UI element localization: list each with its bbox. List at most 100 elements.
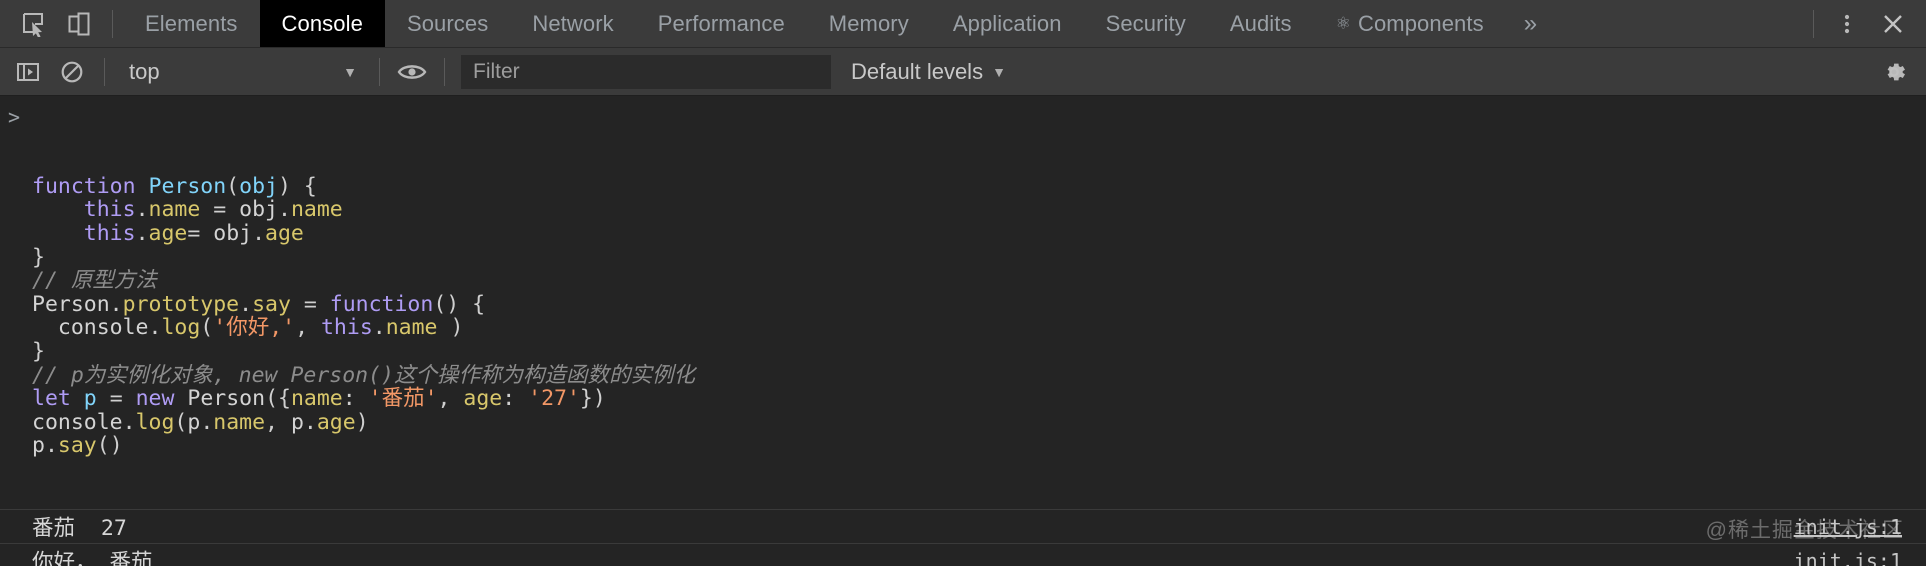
settings-gear-icon[interactable] — [1872, 50, 1916, 94]
tab-application-label: Application — [952, 10, 1062, 36]
code-token: console — [32, 409, 123, 435]
code-token: this — [320, 315, 373, 341]
more-options-icon[interactable] — [1824, 1, 1870, 47]
code-token: = — [187, 220, 214, 246]
live-expression-icon[interactable] — [390, 50, 434, 94]
source-location-link[interactable]: init.js:1 — [1794, 515, 1902, 539]
code-token: this — [83, 197, 136, 223]
tab-audits[interactable]: Audits — [1208, 0, 1314, 47]
code-token: : — [502, 386, 529, 412]
devtools-tabbar: Elements Console Sources Network Perform… — [0, 0, 1926, 48]
code-token: () — [96, 433, 123, 459]
tab-console[interactable]: Console — [259, 0, 385, 47]
toolbar-right — [1872, 50, 1926, 94]
code-token: p — [32, 433, 45, 459]
console-input-entry: > function Person(obj) { this.name = obj… — [0, 96, 1926, 509]
code-token: } — [32, 338, 45, 364]
code-line: Person.prototype.say = function() { — [32, 291, 1926, 317]
code-token: } — [32, 244, 45, 270]
code-token: console — [57, 315, 149, 341]
execution-context-selector[interactable]: top ▼ — [117, 50, 369, 94]
code-token: ( — [174, 409, 188, 435]
tabbar-right-controls — [1803, 0, 1926, 47]
code-token: . — [372, 315, 386, 341]
close-icon[interactable] — [1870, 1, 1916, 47]
code-token: () { — [433, 291, 486, 317]
code-token: : — [342, 386, 369, 412]
console-toolbar: top ▼ Default levels ▼ — [0, 48, 1926, 96]
code-token: }) — [579, 386, 606, 412]
code-token: . — [277, 197, 291, 223]
tabbar-right-divider — [1813, 9, 1814, 38]
code-token: name — [290, 386, 343, 412]
filter-input[interactable] — [461, 54, 831, 89]
code-token: '番茄' — [368, 386, 438, 412]
toolbar-divider-3 — [444, 57, 445, 86]
eye-glyph — [397, 64, 427, 79]
tab-security[interactable]: Security — [1084, 0, 1208, 47]
code-token: obj — [239, 197, 278, 223]
tab-audits-label: Audits — [1229, 10, 1292, 36]
code-line: function Person(obj) { — [32, 173, 1926, 199]
tab-sources[interactable]: Sources — [385, 0, 510, 47]
code-token: ) — [437, 315, 464, 341]
code-line: // p为实例化对象, new Person()这个操作称为构造函数的实例化 — [32, 362, 1926, 388]
devtools-window: Elements Console Sources Network Perform… — [0, 0, 1926, 566]
tab-performance-label: Performance — [657, 10, 785, 36]
tab-elements[interactable]: Elements — [123, 0, 260, 47]
tabbar-divider — [112, 9, 113, 38]
clear-console-glyph — [61, 61, 83, 82]
tab-performance[interactable]: Performance — [636, 0, 807, 47]
code-token: Person — [148, 173, 227, 199]
code-token: // p为实例化对象, new Person()这个操作称为构造函数的实例化 — [32, 362, 695, 388]
code-token: ) { — [277, 173, 317, 199]
code-token: // 原型方法 — [32, 268, 157, 294]
code-token: p — [83, 386, 97, 412]
log-levels-label: Default levels — [851, 58, 984, 84]
device-toolbar-icon[interactable] — [56, 1, 102, 47]
tab-network[interactable]: Network — [510, 0, 635, 47]
console-messages[interactable]: > function Person(obj) { this.name = obj… — [0, 96, 1926, 566]
code-token: new — [135, 386, 175, 412]
code-token: Person — [187, 386, 266, 412]
device-toolbar-glyph — [68, 12, 90, 35]
tab-elements-label: Elements — [145, 10, 238, 36]
code-token: = — [290, 291, 330, 317]
toolbar-divider-2 — [379, 57, 380, 86]
code-token: ( — [200, 315, 214, 341]
tab-components[interactable]: ⚛ Components — [1314, 0, 1506, 47]
inspect-element-icon[interactable] — [10, 1, 56, 47]
tab-memory[interactable]: Memory — [807, 0, 931, 47]
tab-network-label: Network — [532, 10, 614, 36]
code-token: this — [83, 220, 136, 246]
clear-console-icon[interactable] — [50, 50, 94, 94]
console-output-row: 你好， 番茄 init.js:1 — [0, 543, 1926, 566]
code-token: Person — [32, 291, 110, 317]
code-token: obj — [239, 173, 278, 199]
code-token: log — [135, 409, 175, 435]
toolbar-divider-1 — [104, 57, 105, 86]
code-token: name — [290, 197, 343, 223]
code-token: say — [252, 291, 291, 317]
tab-application[interactable]: Application — [931, 0, 1084, 47]
code-token: name — [385, 315, 438, 341]
code-token: say — [57, 433, 97, 459]
code-token: let — [32, 386, 71, 412]
code-token: '你好,' — [213, 315, 296, 341]
code-token: = — [96, 386, 136, 412]
code-token: . — [252, 220, 266, 246]
tab-components-label: Components — [1357, 10, 1484, 36]
source-location-link[interactable]: init.js:1 — [1794, 549, 1902, 566]
close-glyph — [1884, 14, 1902, 33]
code-token: . — [148, 315, 162, 341]
console-output-row: 番茄 27 init.js:1 — [0, 509, 1926, 543]
more-tabs-button[interactable]: » — [1506, 0, 1555, 47]
prompt-arrow-icon: > — [8, 105, 21, 129]
log-levels-selector[interactable]: Default levels ▼ — [845, 50, 1012, 94]
code-token: . — [109, 291, 123, 317]
console-sidebar-icon[interactable] — [6, 50, 50, 94]
code-line: this.name = obj.name — [32, 198, 1926, 222]
